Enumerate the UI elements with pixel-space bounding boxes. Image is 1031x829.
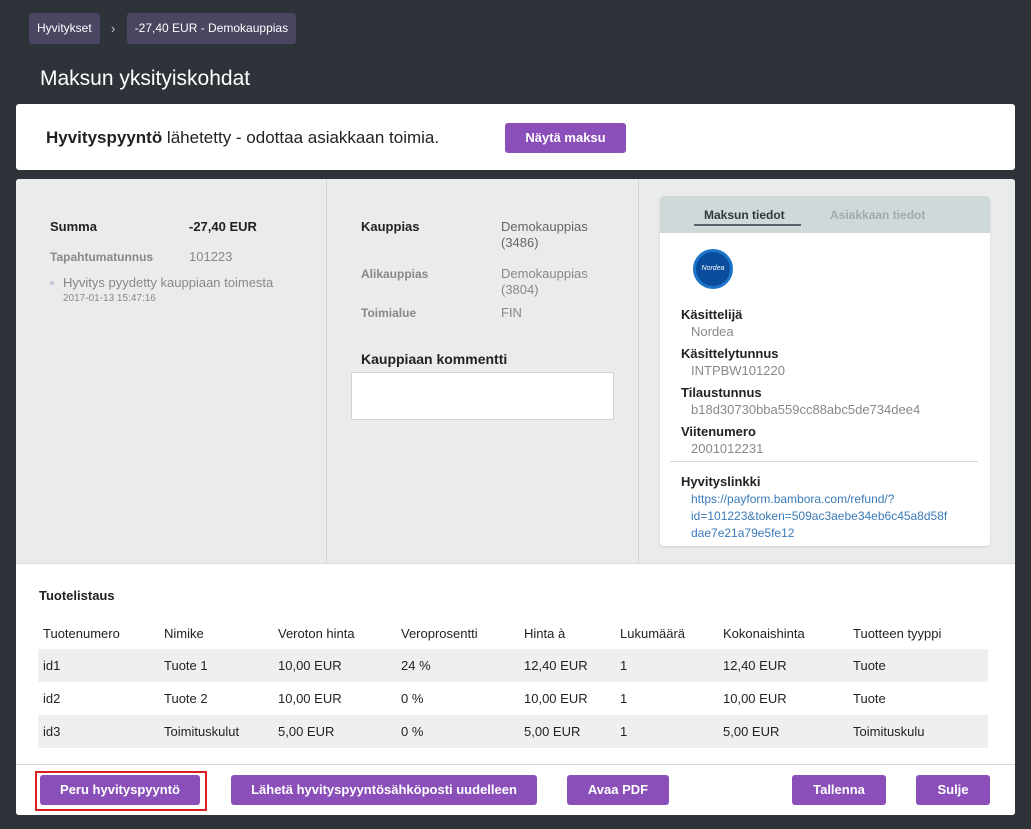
refund-link-line[interactable]: id=101223&token=509ac3aebe34eb6c45a8d58f bbox=[691, 508, 947, 525]
refund-link-label: Hyvityslinkki bbox=[681, 474, 761, 489]
breadcrumb-item-refunds[interactable]: Hyvitykset bbox=[29, 13, 100, 44]
refund-link-line[interactable]: https://payform.bambora.com/refund/? bbox=[691, 491, 947, 508]
resend-refund-email-button[interactable]: Lähetä hyvityspyyntösähköposti uudelleen bbox=[231, 775, 537, 805]
info-tabs: Maksun tiedot Asiakkaan tiedot bbox=[660, 196, 990, 233]
submerchant-name: Demokauppias bbox=[501, 266, 588, 281]
status-type: Hyvityspyyntö bbox=[46, 128, 163, 147]
column-header: Tuotteen tyyppi bbox=[853, 626, 942, 641]
merchant-id: (3486) bbox=[501, 235, 539, 250]
info-divider bbox=[670, 461, 978, 462]
column-header: Veroprosentti bbox=[401, 626, 478, 641]
table-row: id3 Toimituskulut 5,00 EUR 0 % 5,00 EUR … bbox=[38, 715, 988, 748]
merchant-value: Demokauppias (3486) bbox=[501, 219, 588, 250]
status-message: Hyvityspyyntö lähetetty - odottaa asiakk… bbox=[46, 128, 439, 148]
event-bullet-icon bbox=[50, 281, 54, 285]
handler-id-label: Käsittelytunnus bbox=[681, 346, 779, 361]
table-cell: 5,00 EUR bbox=[723, 724, 780, 739]
table-cell: 10,00 EUR bbox=[524, 691, 588, 706]
submerchant-id: (3804) bbox=[501, 282, 539, 297]
table-header-row: Tuotenumero Nimike Veroton hinta Veropro… bbox=[38, 618, 988, 649]
close-button[interactable]: Sulje bbox=[916, 775, 990, 805]
column-header: Hinta à bbox=[524, 626, 566, 641]
table-cell: 24 % bbox=[401, 658, 431, 673]
status-card: Hyvityspyyntö lähetetty - odottaa asiakk… bbox=[16, 104, 1015, 170]
reference-value: 2001012231 bbox=[691, 441, 764, 456]
event-text: Hyvitys pyydetty kauppiaan toimesta bbox=[63, 275, 274, 290]
table-cell: id1 bbox=[43, 658, 61, 673]
breadcrumb-item-current[interactable]: -27,40 EUR - Demokauppias bbox=[126, 13, 297, 44]
transaction-id-label: Tapahtumatunnus bbox=[50, 250, 154, 264]
products-title: Tuotelistaus bbox=[39, 588, 115, 603]
handler-label: Käsittelijä bbox=[681, 307, 743, 322]
transaction-id-value: 101223 bbox=[189, 249, 233, 264]
table-cell: 0 % bbox=[401, 691, 424, 706]
details-top-area: Summa -27,40 EUR Tapahtumatunnus 101223 … bbox=[16, 179, 1015, 564]
tab-customer-info[interactable]: Asiakkaan tiedot bbox=[830, 208, 925, 222]
table-cell: Toimituskulu bbox=[853, 724, 925, 739]
tab-payment-info[interactable]: Maksun tiedot bbox=[704, 208, 785, 222]
order-id-label: Tilaustunnus bbox=[681, 385, 762, 400]
nordea-logo-icon: Nordea bbox=[693, 249, 733, 289]
table-cell: 1 bbox=[620, 658, 628, 673]
table-cell: 1 bbox=[620, 724, 628, 739]
table-cell: 10,00 EUR bbox=[723, 691, 787, 706]
products-table: Tuotenumero Nimike Veroton hinta Veropro… bbox=[38, 618, 988, 748]
cancel-refund-request-button[interactable]: Peru hyvityspyyntö bbox=[40, 775, 200, 805]
show-payment-button[interactable]: Näytä maksu bbox=[505, 123, 626, 153]
table-cell: 10,00 EUR bbox=[278, 691, 342, 706]
open-pdf-button[interactable]: Avaa PDF bbox=[567, 775, 669, 805]
table-cell: 12,40 EUR bbox=[524, 658, 588, 673]
submerchant-value: Demokauppias (3804) bbox=[501, 266, 588, 297]
handler-id-value: INTPBW101220 bbox=[691, 363, 785, 378]
amount-label: Summa bbox=[50, 219, 97, 234]
table-cell: Toimituskulut bbox=[164, 724, 240, 739]
column-divider bbox=[638, 179, 639, 564]
merchant-comment-box bbox=[351, 372, 614, 420]
column-divider bbox=[326, 179, 327, 564]
table-cell: 1 bbox=[620, 691, 628, 706]
table-cell: id3 bbox=[43, 724, 61, 739]
table-cell: 12,40 EUR bbox=[723, 658, 787, 673]
refund-link[interactable]: https://payform.bambora.com/refund/? id=… bbox=[691, 491, 947, 542]
column-header: Kokonaishinta bbox=[723, 626, 805, 641]
merchant-name: Demokauppias bbox=[501, 219, 588, 234]
status-text: lähetetty - odottaa asiakkaan toimia. bbox=[162, 128, 440, 147]
active-tab-indicator bbox=[694, 224, 801, 226]
table-cell: 0 % bbox=[401, 724, 424, 739]
action-footer: Peru hyvityspyyntö Lähetä hyvityspyyntös… bbox=[16, 764, 1015, 815]
breadcrumb-separator: › bbox=[111, 21, 116, 36]
merchant-label: Kauppias bbox=[361, 219, 420, 234]
table-cell: id2 bbox=[43, 691, 61, 706]
order-id-value: b18d30730bba559cc88abc5de734dee4 bbox=[691, 402, 921, 417]
refund-link-line[interactable]: dae7e21a79e5fe12 bbox=[691, 525, 947, 542]
table-row: id2 Tuote 2 10,00 EUR 0 % 10,00 EUR 1 10… bbox=[38, 682, 988, 715]
details-card: Summa -27,40 EUR Tapahtumatunnus 101223 … bbox=[16, 179, 1015, 815]
table-row: id1 Tuote 1 10,00 EUR 24 % 12,40 EUR 1 1… bbox=[38, 649, 988, 682]
handler-value: Nordea bbox=[691, 324, 734, 339]
column-header: Veroton hinta bbox=[278, 626, 355, 641]
table-cell: 5,00 EUR bbox=[524, 724, 581, 739]
reference-label: Viitenumero bbox=[681, 424, 756, 439]
table-cell: 10,00 EUR bbox=[278, 658, 342, 673]
payment-info-panel: Maksun tiedot Asiakkaan tiedot Nordea Kä… bbox=[660, 196, 990, 546]
column-header: Nimike bbox=[164, 626, 204, 641]
table-cell: Tuote 2 bbox=[164, 691, 208, 706]
table-cell: 5,00 EUR bbox=[278, 724, 335, 739]
submerchant-label: Alikauppias bbox=[361, 267, 429, 281]
breadcrumb: Hyvitykset › -27,40 EUR - Demokauppias bbox=[29, 13, 297, 44]
amount-value: -27,40 EUR bbox=[189, 219, 257, 234]
table-cell: Tuote 1 bbox=[164, 658, 208, 673]
event-timestamp: 2017-01-13 15:47:16 bbox=[63, 293, 156, 304]
page-title: Maksun yksityiskohdat bbox=[40, 67, 251, 90]
industry-value: FIN bbox=[501, 305, 522, 320]
save-button[interactable]: Tallenna bbox=[792, 775, 886, 805]
industry-label: Toimialue bbox=[361, 306, 417, 320]
table-cell: Tuote bbox=[853, 658, 886, 673]
column-header: Tuotenumero bbox=[43, 626, 120, 641]
table-cell: Tuote bbox=[853, 691, 886, 706]
merchant-comment-title: Kauppiaan kommentti bbox=[361, 351, 508, 367]
column-header: Lukumäärä bbox=[620, 626, 686, 641]
